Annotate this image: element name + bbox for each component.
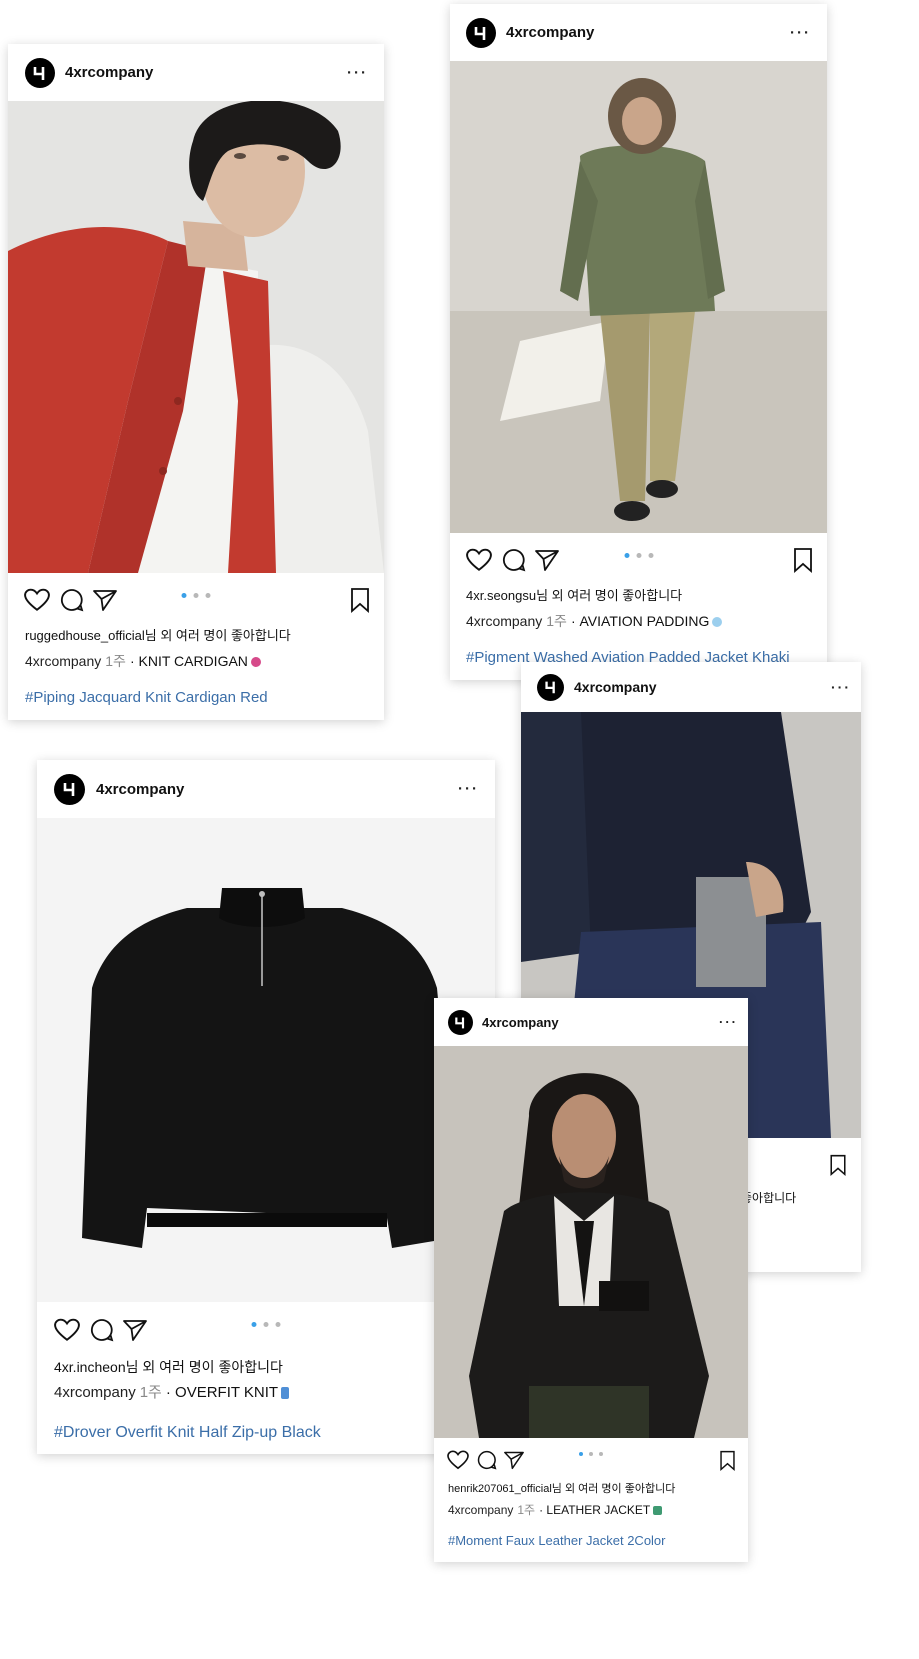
post-card-leather-jacket: 4xrcompany ··· henrik207061_official님 외 … (434, 998, 748, 1562)
share-icon[interactable] (122, 1318, 148, 1342)
username[interactable]: 4xrcompany (65, 64, 153, 81)
caption-time: 1주 (139, 1384, 162, 1401)
snowflake-emoji-icon (712, 617, 723, 628)
caption-time: 1주 (105, 653, 126, 669)
comment-icon[interactable] (60, 588, 84, 612)
comment-icon[interactable] (502, 548, 526, 572)
post-card-knit-cardigan: 4xrcompany ··· ruggedhouse_official님 외 여… (8, 44, 384, 720)
photo-black-leather-jacket (434, 1046, 748, 1438)
brand-logo-icon[interactable] (466, 17, 496, 48)
more-icon[interactable]: ··· (790, 24, 811, 41)
likes-text[interactable]: 좋아합니다 (741, 1190, 861, 1206)
comment-icon[interactable] (90, 1318, 114, 1342)
likes-text[interactable]: 4xr.seongsu님 외 여러 명이 좋아합니다 (466, 587, 811, 605)
post-photo[interactable] (37, 818, 495, 1302)
caption-text: · OVERFIT KNIT (165, 1384, 279, 1401)
shopping-bag-emoji-icon (653, 1506, 663, 1516)
brand-logo-icon[interactable] (25, 57, 55, 88)
hashtag-link[interactable]: #Piping Jacquard Knit Cardigan Red (25, 688, 367, 708)
caption-username[interactable]: 4xrcompany (25, 653, 101, 669)
brand-logo-icon[interactable] (54, 773, 85, 805)
bookmark-icon[interactable] (350, 587, 370, 618)
comment-icon[interactable] (477, 1450, 497, 1470)
photo-black-half-zip (37, 818, 495, 1302)
caption-username[interactable]: 4xrcompany (448, 1503, 513, 1517)
post-photo[interactable] (8, 101, 384, 573)
caption: 4xrcompany 1주 · OVERFIT KNIT (54, 1383, 478, 1403)
share-icon[interactable] (503, 1450, 525, 1470)
post-card-aviation-padding: 4xrcompany ··· 4xr.seongsu님 외 여러 명이 좋아합니… (450, 4, 827, 680)
bookmark-icon[interactable] (793, 547, 813, 578)
photo-khaki-padding (450, 61, 827, 533)
more-icon[interactable]: ··· (347, 64, 368, 81)
likes-text[interactable]: ruggedhouse_official님 외 여러 명이 좋아합니다 (25, 627, 367, 645)
carousel-indicator (181, 593, 211, 598)
username[interactable]: 4xrcompany (574, 679, 656, 695)
caption-username[interactable]: 4xrcompany (466, 613, 542, 629)
post-header: 4xrcompany ··· (8, 44, 384, 101)
post-actions (37, 1302, 495, 1358)
caption: 4xrcompany 1주 · LEATHER JACKET (448, 1502, 734, 1518)
carousel-indicator (251, 1322, 281, 1327)
post-card-overfit-knit: 4xrcompany ··· 4xr.incheon님 외 여러 명이 좋아합니… (37, 760, 495, 1454)
post-header: 4xrcompany ··· (434, 998, 748, 1046)
bookmark-icon[interactable] (719, 1450, 736, 1476)
post-photo[interactable] (434, 1046, 748, 1438)
username[interactable]: 4xrcompany (96, 781, 184, 798)
thread-emoji-icon (281, 1387, 290, 1400)
heart-icon[interactable] (466, 548, 492, 572)
caption-username[interactable]: 4xrcompany (54, 1384, 136, 1401)
brand-logo-icon[interactable] (448, 1009, 473, 1035)
heart-icon[interactable] (447, 1450, 469, 1470)
caption: 4xrcompany 1주 · AVIATION PADDING (466, 612, 811, 630)
photo-red-cardigan (8, 101, 384, 573)
carousel-indicator (624, 553, 653, 558)
more-icon[interactable]: ··· (458, 781, 479, 798)
yarn-emoji-icon (250, 657, 261, 668)
heart-icon[interactable] (54, 1318, 80, 1342)
more-icon[interactable]: ··· (831, 679, 851, 695)
post-photo[interactable] (450, 61, 827, 533)
more-icon[interactable]: ··· (719, 1015, 738, 1030)
caption-text: · LEATHER JACKET (539, 1503, 651, 1517)
post-actions (8, 573, 384, 627)
caption-text: · KNIT CARDIGAN (129, 653, 248, 669)
share-icon[interactable] (92, 588, 118, 612)
likes-text[interactable]: 4xr.incheon님 외 여러 명이 좋아합니다 (54, 1358, 478, 1376)
bookmark-icon[interactable] (829, 1154, 847, 1181)
post-header: 4xrcompany ··· (521, 662, 861, 712)
post-actions (450, 533, 827, 587)
heart-icon[interactable] (24, 588, 50, 612)
share-icon[interactable] (534, 548, 560, 572)
username[interactable]: 4xrcompany (506, 24, 594, 41)
username[interactable]: 4xrcompany (482, 1015, 559, 1030)
hashtag-link[interactable]: #Drover Overfit Knit Half Zip-up Black (54, 1423, 478, 1443)
caption-time: 1주 (546, 613, 567, 629)
post-header: 4xrcompany ··· (37, 760, 495, 818)
brand-logo-icon[interactable] (537, 673, 564, 701)
carousel-indicator (579, 1452, 603, 1456)
caption-time: 1주 (517, 1503, 536, 1517)
caption-text: · AVIATION PADDING (570, 613, 710, 629)
post-actions (434, 1438, 748, 1482)
hashtag-link[interactable]: #Moment Faux Leather Jacket 2Color (448, 1532, 734, 1549)
caption: 4xrcompany 1주 · KNIT CARDIGAN (25, 652, 367, 670)
post-header: 4xrcompany ··· (450, 4, 827, 61)
likes-text[interactable]: henrik207061_official님 외 여러 명이 좋아합니다 (448, 1482, 734, 1497)
